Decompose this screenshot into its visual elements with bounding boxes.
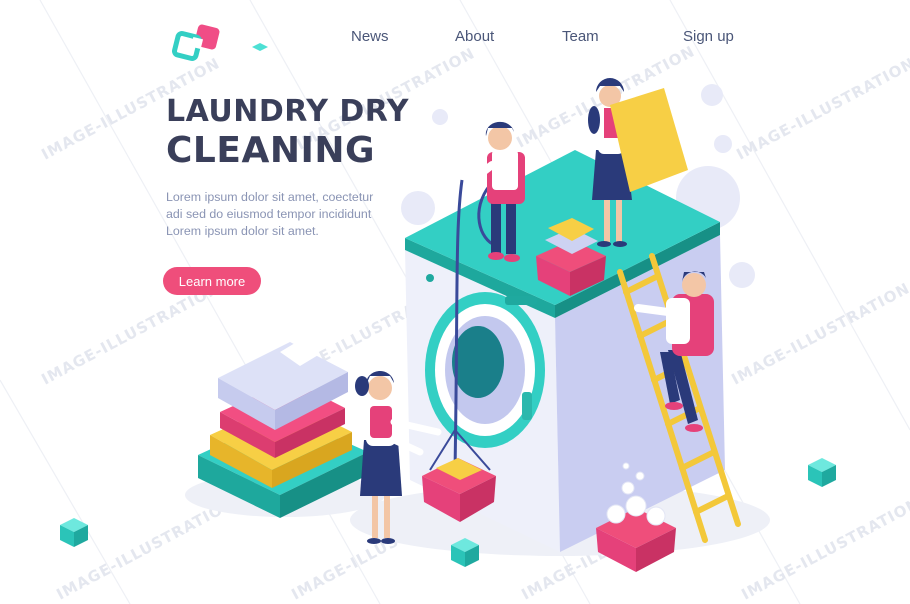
- nav-sign-up[interactable]: Sign up: [683, 28, 734, 45]
- learn-more-button[interactable]: Learn more: [163, 267, 261, 295]
- hero-description-line: Lorem ipsum dolor sit amet.: [166, 224, 319, 238]
- hero-title-line1: LAUNDRY DRY: [166, 94, 409, 129]
- nav-team[interactable]: Team: [562, 28, 599, 45]
- laundry-illustration: [60, 43, 836, 572]
- hero-description: Lorem ipsum dolor sit amet, coectetur ad…: [166, 189, 406, 240]
- top-nav: News About Team Sign up: [0, 28, 910, 50]
- cube-icon: [60, 518, 88, 547]
- cube-icon: [808, 458, 836, 487]
- nav-about[interactable]: About: [455, 28, 494, 45]
- hero-title-line2: CLEANING: [166, 130, 376, 171]
- hero-title: LAUNDRY DRY CLEANING: [166, 94, 409, 172]
- hero-description-line: Lorem ipsum dolor sit amet, coectetur: [166, 190, 374, 204]
- nav-news[interactable]: News: [351, 28, 389, 45]
- hero-description-line: adi sed do eiusmod tempor incididunt: [166, 207, 372, 221]
